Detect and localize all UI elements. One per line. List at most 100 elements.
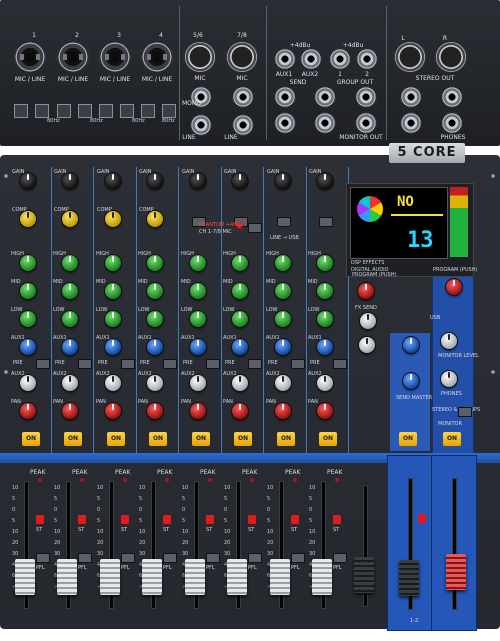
fx-return-fader[interactable]: [354, 557, 374, 593]
low-eq-knob[interactable]: [20, 311, 36, 327]
on-button[interactable]: ON: [192, 432, 210, 446]
mid-eq-knob[interactable]: [62, 283, 78, 299]
pre-button[interactable]: [163, 359, 177, 369]
aux-master-knob[interactable]: [403, 337, 419, 353]
phones-jack[interactable]: [441, 112, 463, 134]
st-button[interactable]: [291, 515, 299, 524]
pre-button[interactable]: [291, 359, 305, 369]
channel-fader[interactable]: [57, 559, 77, 595]
gain-knob[interactable]: [20, 173, 36, 189]
low-eq-knob[interactable]: [105, 311, 121, 327]
high-eq-knob[interactable]: [20, 255, 36, 271]
mid-eq-knob[interactable]: [275, 283, 291, 299]
pan-knob[interactable]: [105, 403, 121, 419]
st-button[interactable]: [206, 515, 214, 524]
hpf-switch[interactable]: [162, 104, 176, 118]
phantom-button[interactable]: [248, 223, 262, 233]
aux1-knob[interactable]: [105, 339, 121, 355]
stereo-out-xlr-left[interactable]: [393, 42, 427, 72]
stereo-master-fader[interactable]: [446, 554, 466, 590]
on-button[interactable]: ON: [443, 432, 461, 446]
pre-button[interactable]: [121, 359, 135, 369]
mic-line-jack[interactable]: [98, 42, 132, 72]
line-jack[interactable]: [190, 114, 212, 136]
comp-knob[interactable]: [20, 211, 36, 227]
monitor-level-knob[interactable]: [441, 333, 457, 349]
pad-switch[interactable]: [57, 104, 71, 118]
high-eq-knob[interactable]: [147, 255, 163, 271]
high-eq-knob[interactable]: [190, 255, 206, 271]
phones-knob[interactable]: [441, 371, 457, 387]
channel-fader[interactable]: [142, 559, 162, 595]
pan-knob[interactable]: [232, 403, 248, 419]
st-button[interactable]: [248, 515, 256, 524]
mic-line-jack[interactable]: [56, 42, 90, 72]
stereo-return-jack[interactable]: [274, 86, 296, 108]
mid-eq-knob[interactable]: [232, 283, 248, 299]
fx-aux-knob[interactable]: [359, 337, 375, 353]
gain-knob[interactable]: [62, 173, 78, 189]
pan-knob[interactable]: [317, 403, 333, 419]
on-button[interactable]: ON: [107, 432, 125, 446]
program-knob[interactable]: [446, 279, 462, 295]
stereo-return-jack[interactable]: [274, 112, 296, 134]
group-out-jack[interactable]: [356, 48, 378, 70]
pad-switch[interactable]: [14, 104, 28, 118]
hpf-switch[interactable]: [120, 104, 134, 118]
pfl-button[interactable]: [248, 553, 262, 563]
pfl-button[interactable]: [121, 553, 135, 563]
on-button[interactable]: ON: [22, 432, 40, 446]
hpf-button[interactable]: [277, 217, 291, 227]
pfl-button[interactable]: [333, 553, 347, 563]
mid-eq-knob[interactable]: [20, 283, 36, 299]
send-master-knob[interactable]: [403, 373, 419, 389]
aux1-knob[interactable]: [275, 339, 291, 355]
aux1-send-jack[interactable]: [274, 48, 296, 70]
high-eq-knob[interactable]: [232, 255, 248, 271]
mid-eq-knob[interactable]: [317, 283, 333, 299]
stereo-out-jack[interactable]: [400, 86, 422, 108]
mid-eq-knob[interactable]: [147, 283, 163, 299]
on-button[interactable]: ON: [149, 432, 167, 446]
st-button[interactable]: [333, 515, 341, 524]
aux2-knob[interactable]: [62, 375, 78, 391]
fx-send-knob[interactable]: [360, 313, 376, 329]
on-button[interactable]: ON: [319, 432, 337, 446]
stereo-out-jack[interactable]: [441, 86, 463, 108]
low-eq-knob[interactable]: [275, 311, 291, 327]
pan-knob[interactable]: [190, 403, 206, 419]
aux2-knob[interactable]: [317, 375, 333, 391]
aux1-knob[interactable]: [62, 339, 78, 355]
on-button[interactable]: ON: [277, 432, 295, 446]
st-button[interactable]: [36, 515, 44, 524]
stereo-out-xlr-right[interactable]: [434, 42, 468, 72]
group-out-jack[interactable]: [329, 48, 351, 70]
on-button[interactable]: ON: [234, 432, 252, 446]
low-eq-knob[interactable]: [147, 311, 163, 327]
aux2-knob[interactable]: [232, 375, 248, 391]
pad-switch[interactable]: [99, 104, 113, 118]
high-eq-knob[interactable]: [62, 255, 78, 271]
rec-out-jack[interactable]: [400, 112, 422, 134]
aux1-knob[interactable]: [232, 339, 248, 355]
gain-knob[interactable]: [190, 173, 206, 189]
channel-fader[interactable]: [312, 559, 332, 595]
pre-button[interactable]: [248, 359, 262, 369]
on-button[interactable]: ON: [399, 432, 417, 446]
st-button[interactable]: [78, 515, 86, 524]
low-eq-knob[interactable]: [62, 311, 78, 327]
pre-button[interactable]: [36, 359, 50, 369]
low-eq-knob[interactable]: [317, 311, 333, 327]
st-button[interactable]: [121, 515, 129, 524]
source-button[interactable]: [458, 407, 472, 417]
aux2-knob[interactable]: [190, 375, 206, 391]
pre-button[interactable]: [78, 359, 92, 369]
gain-knob[interactable]: [147, 173, 163, 189]
pan-knob[interactable]: [62, 403, 78, 419]
gain-knob[interactable]: [275, 173, 291, 189]
mid-eq-knob[interactable]: [190, 283, 206, 299]
xlr-jack[interactable]: [183, 42, 217, 72]
channel-fader[interactable]: [15, 559, 35, 595]
monitor-out-jack[interactable]: [355, 112, 377, 134]
aux2-knob[interactable]: [147, 375, 163, 391]
